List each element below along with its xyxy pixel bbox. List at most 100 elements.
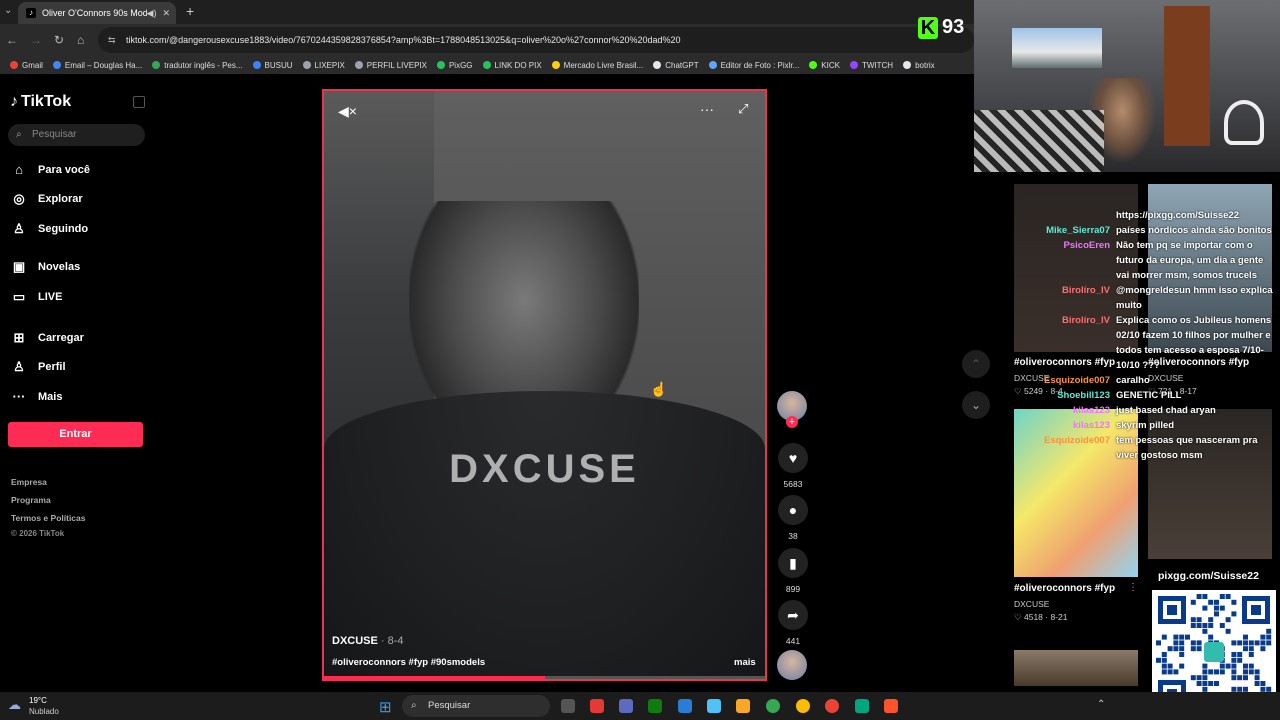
- tiktok-favicon-icon: ♪: [26, 8, 36, 18]
- bookmark-item[interactable]: KICK: [809, 61, 840, 70]
- headphones: [1224, 100, 1264, 145]
- related-3-date: 8-21: [1050, 612, 1068, 622]
- comment-icon[interactable]: ●: [778, 495, 808, 525]
- logo-text: TikTok: [21, 93, 72, 110]
- bookmark-item[interactable]: PixGG: [436, 61, 473, 70]
- chrome-icon[interactable]: [766, 699, 780, 713]
- sidebar-item-more[interactable]: ··· Mais: [10, 389, 63, 404]
- store-icon[interactable]: [707, 699, 721, 713]
- share-action[interactable]: ➦ 441: [777, 600, 809, 646]
- close-tab-icon[interactable]: ✕: [162, 8, 170, 19]
- bookmark-icon[interactable]: ▮: [778, 548, 808, 578]
- like-action[interactable]: ♥ 5683: [777, 443, 809, 489]
- chat-message: PsicoEren Não tem pq se importar com o fu…: [1012, 238, 1277, 283]
- bookmark-item[interactable]: LINK DO PIX: [482, 60, 542, 70]
- taskbar-search[interactable]: ⌕ Pesquisar: [402, 695, 550, 717]
- tab-list-icon[interactable]: ⌄: [4, 5, 12, 16]
- chrome-active-icon[interactable]: [796, 699, 810, 713]
- save-action[interactable]: ▮ 899: [777, 548, 809, 594]
- app-icon-2[interactable]: [855, 699, 869, 713]
- bookmark-item[interactable]: BUSUU: [252, 61, 293, 70]
- bookmark-item[interactable]: Email – Douglas Ha...: [52, 61, 142, 70]
- bookmark-item[interactable]: LIXEPIX: [302, 61, 345, 70]
- back-icon[interactable]: ←: [6, 33, 18, 47]
- compass-icon: ◎: [13, 191, 25, 206]
- tiktok-search-input[interactable]: ⌕ Pesquisar: [8, 124, 145, 146]
- related-thumbnail-5[interactable]: [1014, 650, 1138, 686]
- video-progress-bar[interactable]: [324, 676, 765, 679]
- task-view-icon[interactable]: [561, 699, 575, 713]
- windows-start-icon[interactable]: ⊞: [379, 698, 392, 716]
- bookmark-item[interactable]: botrix: [903, 61, 935, 70]
- reload-icon[interactable]: ↻: [54, 33, 64, 47]
- chat-message: Birolíro_IV Explica como os Jubileus home…: [1012, 313, 1277, 373]
- bookmark-item[interactable]: PERFIL LIVEPIX: [354, 61, 427, 70]
- xbox-icon[interactable]: [648, 699, 662, 713]
- sidebar-item-following[interactable]: ♙ Seguindo: [10, 221, 88, 237]
- home-button-icon[interactable]: ⌂: [77, 33, 84, 47]
- site-info-icon[interactable]: ⇆: [108, 27, 116, 53]
- new-tab-icon[interactable]: +: [186, 3, 194, 19]
- sidebar-item-label: LIVE: [38, 291, 63, 303]
- bookmark-label: ChatGPT: [665, 60, 699, 70]
- speaker-icon[interactable]: ◀): [147, 8, 157, 19]
- app-icon-1[interactable]: [590, 699, 604, 713]
- sidebar-item-compass[interactable]: ◎ Explorar: [10, 191, 82, 207]
- collapse-sidebar-icon[interactable]: [133, 96, 145, 108]
- bookmark-item[interactable]: Gmail: [10, 61, 43, 70]
- chrome-profile-icon[interactable]: [825, 699, 839, 713]
- more-link[interactable]: mais: [734, 657, 756, 668]
- comment-action[interactable]: ● 38: [777, 495, 809, 541]
- mute-icon[interactable]: ◀×: [338, 103, 357, 120]
- footer-link-terms[interactable]: Termos e Políticas: [11, 513, 85, 523]
- share-icon[interactable]: ➦: [778, 600, 808, 630]
- tray-chevron-icon[interactable]: ⌃: [1097, 699, 1105, 710]
- video-author[interactable]: DXCUSE: [332, 635, 378, 647]
- footer-link-empresa[interactable]: Empresa: [11, 477, 47, 487]
- weather-icon: ☁: [8, 697, 21, 712]
- browser-tab[interactable]: ♪ Oliver O'Connors 90s Mode ◀) ✕: [18, 2, 176, 24]
- tiktok-logo[interactable]: ♪ TikTok: [10, 93, 71, 111]
- bookmark-item[interactable]: TWITCH: [849, 61, 893, 70]
- bookmark-label: tradutor inglês - Pes...: [164, 60, 243, 70]
- bookmark-favicon-icon: [653, 61, 662, 69]
- music-disc-avatar[interactable]: [777, 650, 807, 680]
- footer-link-programa[interactable]: Programa: [11, 495, 51, 505]
- sidebar-item-novelas[interactable]: ▣ Novelas: [10, 259, 80, 275]
- video-player[interactable]: DXCUSE ◀× ··· ⤢ ☝ DXCUSE · 8-4 #oliveroc…: [322, 89, 767, 681]
- more-options-icon[interactable]: ···: [700, 101, 714, 117]
- video-hashtags[interactable]: #oliveroconnors #fyp #90smodels: [332, 657, 485, 668]
- bookmark-item[interactable]: Mercado Livre Brasil...: [551, 61, 643, 70]
- sidebar-item-home[interactable]: ⌂ Para você: [10, 162, 90, 177]
- chat-text: tem pessoas que nasceram pra viver gosto…: [1116, 435, 1258, 461]
- fullscreen-icon[interactable]: ⤢: [738, 101, 748, 117]
- address-bar[interactable]: ⇆ tiktok.com/@dangerousexcuse1883/video/…: [98, 27, 974, 53]
- heart-icon[interactable]: ♥: [778, 443, 808, 473]
- vpn-app-icon[interactable]: [619, 699, 633, 713]
- login-button[interactable]: Entrar: [8, 422, 143, 447]
- follow-plus-icon[interactable]: +: [786, 416, 798, 428]
- related-3-likes: 4518: [1023, 612, 1043, 622]
- sidebar-item-profile[interactable]: ♙ Perfil: [10, 359, 65, 375]
- bookmark-label: Gmail: [22, 60, 43, 70]
- bookmark-item[interactable]: ChatGPT: [653, 60, 699, 70]
- pix-label: pixgg.com/Suisse22: [1158, 570, 1259, 582]
- bookmark-favicon-icon: [809, 61, 818, 69]
- like-count: 5683: [783, 479, 803, 489]
- previous-video-icon[interactable]: ⌃: [962, 350, 990, 378]
- bookmark-item[interactable]: tradutor inglês - Pes...: [152, 60, 243, 70]
- related-3-tags[interactable]: #oliveroconnors #fyp: [1014, 583, 1115, 594]
- bookmark-favicon-icon: [708, 61, 717, 69]
- bookmarks-bar: Gmail Email – Douglas Ha... tradutor inglê…: [0, 56, 974, 74]
- bookmark-label: LINK DO PIX: [494, 60, 542, 70]
- word-icon[interactable]: [678, 699, 692, 713]
- sidebar-item-live[interactable]: ▭ LIVE: [10, 289, 63, 305]
- file-explorer-icon[interactable]: [736, 699, 750, 713]
- next-video-icon[interactable]: ⌄: [962, 391, 990, 419]
- brave-icon[interactable]: [884, 699, 898, 713]
- related-3-more-icon[interactable]: ⋮: [1128, 582, 1138, 593]
- sidebar-item-upload[interactable]: ⊞ Carregar: [10, 330, 84, 346]
- forward-icon[interactable]: →: [30, 33, 42, 47]
- profile-icon: ♙: [13, 359, 25, 374]
- bookmark-item[interactable]: Editor de Foto : Pixlr...: [708, 61, 799, 70]
